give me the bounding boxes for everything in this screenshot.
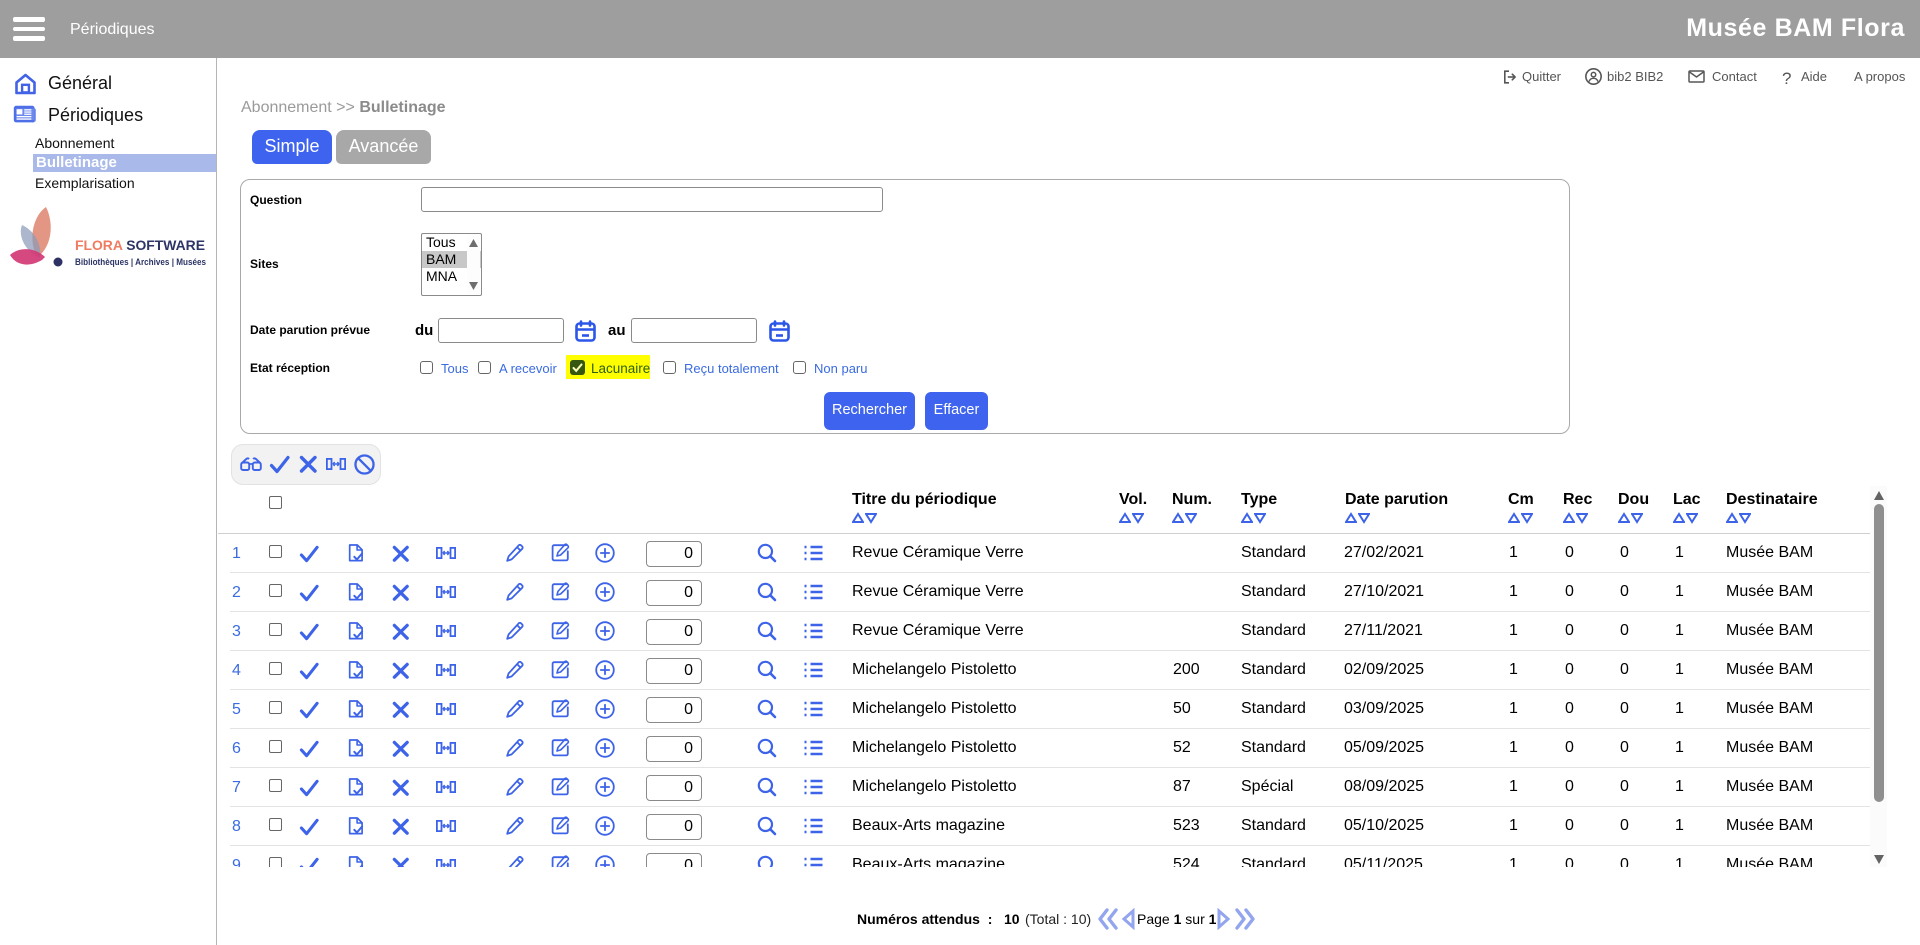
svg-text:Bibliothèques | Archives | Mus: Bibliothèques | Archives | Musées — [75, 257, 206, 267]
svg-text:FLORA SOFTWARE: FLORA SOFTWARE — [75, 237, 205, 253]
